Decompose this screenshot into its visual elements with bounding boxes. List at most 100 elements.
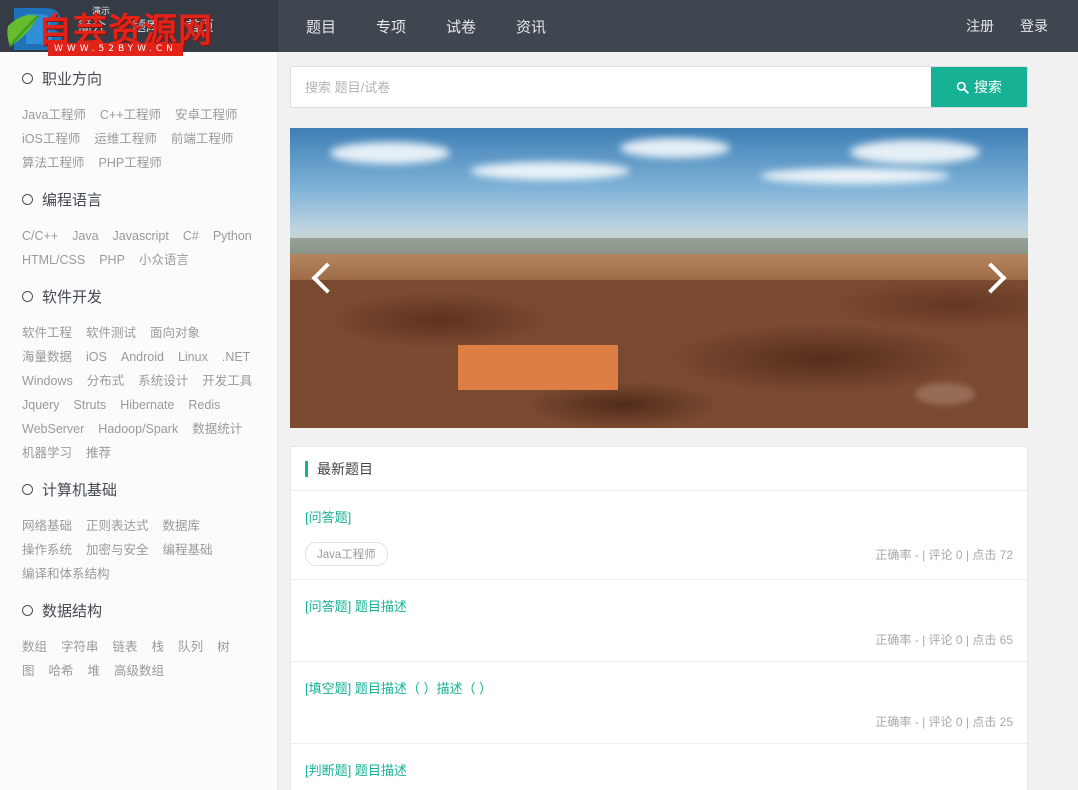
cloud-shape bbox=[330, 142, 450, 164]
sidebar-tag[interactable]: Javascript bbox=[113, 224, 169, 248]
demo-badge: 演示 bbox=[92, 6, 111, 16]
sidebar-tag[interactable]: 网络基础 bbox=[22, 514, 72, 538]
accent-bar bbox=[305, 460, 308, 477]
sidebar-tag[interactable]: 栈 bbox=[152, 635, 165, 659]
panel-header: 最新题目 bbox=[291, 447, 1027, 491]
sidebar-tag-list: 软件工程 软件测试 面向对象 海量数据 iOS Android Linux .N… bbox=[22, 321, 255, 465]
page-body: 职业方向 Java工程师 C++工程师 安卓工程师 iOS工程师 运维工程师 前… bbox=[0, 52, 1078, 790]
sidebar-tag[interactable]: 开发工具 bbox=[202, 369, 252, 393]
nav-item-news[interactable]: 资讯 bbox=[516, 16, 546, 37]
register-link[interactable]: 注册 bbox=[966, 16, 994, 36]
nav-item-questions[interactable]: 题目 bbox=[306, 16, 336, 37]
sidebar-tag[interactable]: 链表 bbox=[113, 635, 138, 659]
sidebar-tag[interactable]: 面向对象 bbox=[150, 321, 200, 345]
sidebar-tag[interactable]: 软件测试 bbox=[86, 321, 136, 345]
sidebar-section-datastructures: 数据结构 数组 字符串 链表 栈 队列 树 图 哈希 堆 高级数组 bbox=[0, 600, 277, 683]
sidebar-tag[interactable]: Hibernate bbox=[120, 393, 174, 417]
sidebar-section-languages: 编程语言 C/C++ Java Javascript C# Python HTM… bbox=[0, 189, 277, 272]
sidebar-tag[interactable]: Hadoop/Spark bbox=[98, 417, 178, 441]
sidebar-tag[interactable]: Java工程师 bbox=[22, 103, 86, 127]
question-title-link[interactable]: [判断题] 题目描述 bbox=[305, 760, 1013, 779]
sidebar-tag[interactable]: 分布式 bbox=[87, 369, 125, 393]
question-title-link[interactable]: [问答题] bbox=[305, 507, 1013, 526]
sidebar-tag[interactable]: Linux bbox=[178, 345, 208, 369]
sidebar-tag[interactable]: 高级数组 bbox=[114, 659, 164, 683]
sidebar-tag[interactable]: 加密与安全 bbox=[86, 538, 149, 562]
sidebar-tag[interactable]: WebServer bbox=[22, 417, 84, 441]
sidebar-tag[interactable]: 树 bbox=[217, 635, 230, 659]
sidebar-tag[interactable]: C# bbox=[183, 224, 199, 248]
sidebar-tag[interactable]: 操作系统 bbox=[22, 538, 72, 562]
sidebar-tag[interactable]: 安卓工程师 bbox=[175, 103, 238, 127]
sidebar-tag[interactable]: 数据库 bbox=[163, 514, 201, 538]
carousel-prev-button[interactable] bbox=[302, 251, 346, 305]
sidebar-tag[interactable]: 图 bbox=[22, 659, 35, 683]
hero-carousel[interactable] bbox=[290, 128, 1028, 428]
sidebar-tag[interactable]: 堆 bbox=[88, 659, 101, 683]
sidebar-tag[interactable]: iOS工程师 bbox=[22, 127, 80, 151]
sidebar-tag[interactable]: C/C++ bbox=[22, 224, 58, 248]
sidebar-tag[interactable]: 编译和体系结构 bbox=[22, 562, 110, 586]
brand-link-0[interactable]: 简介 bbox=[78, 16, 106, 36]
sidebar-tag[interactable]: C++工程师 bbox=[100, 103, 161, 127]
question-meta: Java工程师 正确率 - | 评论 0 | 点击 72 bbox=[305, 542, 1013, 579]
sidebar-tag[interactable]: 运维工程师 bbox=[94, 127, 157, 151]
sidebar-tag[interactable]: 数组 bbox=[22, 635, 47, 659]
sidebar-tag[interactable]: Java bbox=[72, 224, 98, 248]
brand-link-1[interactable]: 题库 bbox=[132, 16, 160, 36]
search-button-label: 搜索 bbox=[974, 79, 1002, 95]
sidebar-tag[interactable]: 队列 bbox=[178, 635, 203, 659]
sidebar-tag[interactable]: .NET bbox=[222, 345, 250, 369]
nav-item-papers[interactable]: 试卷 bbox=[446, 16, 476, 37]
sidebar-tag[interactable]: 前端工程师 bbox=[171, 127, 234, 151]
sidebar-section-title: 软件开发 bbox=[22, 286, 255, 307]
sidebar-section-label: 数据结构 bbox=[42, 603, 103, 620]
cloud-shape bbox=[470, 162, 630, 180]
sidebar-tag[interactable]: 系统设计 bbox=[138, 369, 188, 393]
carousel-next-button[interactable] bbox=[972, 251, 1016, 305]
search-icon bbox=[956, 81, 969, 94]
sidebar-tag[interactable]: Redis bbox=[188, 393, 220, 417]
sidebar-tag[interactable]: PHP工程师 bbox=[99, 151, 162, 175]
sidebar-tag[interactable]: 正则表达式 bbox=[86, 514, 149, 538]
search-bar: 搜索 bbox=[290, 66, 1028, 108]
search-button[interactable]: 搜索 bbox=[931, 67, 1027, 107]
brand-link-2[interactable]: 首页 bbox=[186, 16, 214, 36]
sidebar-tag[interactable]: Windows bbox=[22, 369, 73, 393]
question-title-link[interactable]: [问答题] 题目描述 bbox=[305, 596, 1013, 615]
chevron-left-icon bbox=[311, 262, 343, 294]
sidebar-tag[interactable]: iOS bbox=[86, 345, 107, 369]
question-meta: 正确率 - | 评论 0 | 点击 65 bbox=[305, 631, 1013, 661]
sidebar-tag[interactable]: 海量数据 bbox=[22, 345, 72, 369]
question-meta: 正确率 - | 评论 0 | 点击 25 bbox=[305, 713, 1013, 743]
sidebar-tag[interactable]: 小众语言 bbox=[139, 248, 189, 272]
sidebar-tag[interactable]: PHP bbox=[99, 248, 125, 272]
sidebar-tag[interactable]: Python bbox=[213, 224, 252, 248]
question-title-link[interactable]: [填空题] 题目描述（ ）描述（ ） bbox=[305, 678, 1013, 697]
redaction-block bbox=[458, 345, 618, 390]
login-link[interactable]: 登录 bbox=[1020, 16, 1048, 36]
sidebar-tag[interactable]: 数据统计 bbox=[192, 417, 242, 441]
sidebar-tag[interactable]: HTML/CSS bbox=[22, 248, 85, 272]
sidebar-tag[interactable]: 软件工程 bbox=[22, 321, 72, 345]
sidebar-tag[interactable]: 算法工程师 bbox=[22, 151, 85, 175]
brand-zone: 简介 题库 首页 演示 bbox=[0, 0, 278, 52]
sidebar-tag[interactable]: 编程基础 bbox=[163, 538, 213, 562]
question-row: [问答题] Java工程师 正确率 - | 评论 0 | 点击 72 bbox=[291, 491, 1027, 579]
question-row: [判断题] 题目描述 bbox=[291, 743, 1027, 779]
sidebar-tag[interactable]: Jquery bbox=[22, 393, 60, 417]
nav-item-special[interactable]: 专项 bbox=[376, 16, 406, 37]
search-input[interactable] bbox=[291, 67, 931, 107]
question-stats: 正确率 - | 评论 0 | 点击 72 bbox=[875, 547, 1013, 562]
sidebar-section-title: 编程语言 bbox=[22, 189, 255, 210]
question-tag-chip[interactable]: Java工程师 bbox=[305, 542, 388, 566]
sidebar-tag[interactable]: 推荐 bbox=[86, 441, 111, 465]
sidebar-section-label: 编程语言 bbox=[42, 192, 103, 209]
sidebar-section-label: 计算机基础 bbox=[42, 482, 118, 499]
sidebar-tag[interactable]: 字符串 bbox=[61, 635, 99, 659]
sidebar-tag-list: 网络基础 正则表达式 数据库 操作系统 加密与安全 编程基础 编译和体系结构 bbox=[22, 514, 255, 586]
sidebar-tag[interactable]: 哈希 bbox=[49, 659, 74, 683]
sidebar-tag[interactable]: Android bbox=[121, 345, 164, 369]
sidebar-tag[interactable]: 机器学习 bbox=[22, 441, 72, 465]
sidebar-tag[interactable]: Struts bbox=[74, 393, 107, 417]
